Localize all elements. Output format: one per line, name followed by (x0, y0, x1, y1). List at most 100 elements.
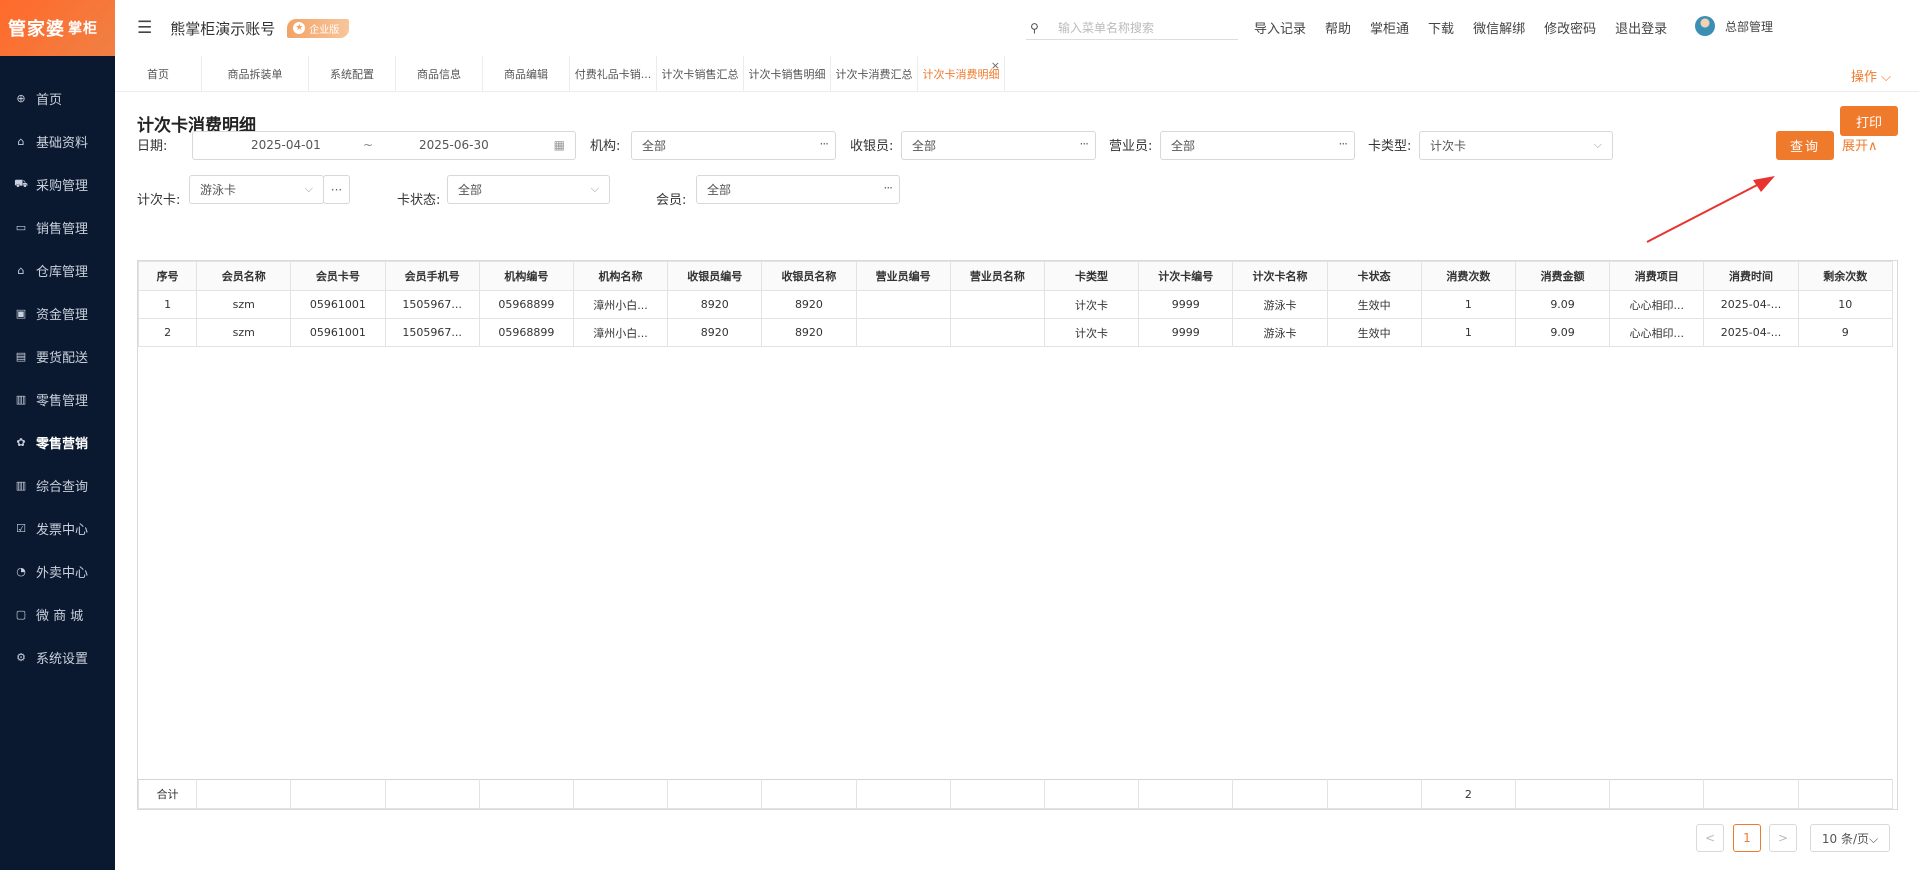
sidebar-item-7[interactable]: ▥ 零售管理 (0, 378, 115, 421)
table-row[interactable]: 1 szm 05961001 1505967... 05968899 漳州小白... 892… (137, 290, 1894, 319)
card-status-select[interactable]: 全部 ⌵ (447, 175, 610, 204)
column-header[interactable]: 会员卡号 (290, 261, 386, 291)
column-header[interactable]: 消费金额 (1514, 261, 1611, 291)
card-value: 游泳卡 (200, 183, 237, 197)
sidebar-item-6[interactable]: ▤ 要货配送 (0, 335, 115, 378)
header-link-3[interactable]: 下载 (1428, 18, 1454, 37)
column-header[interactable]: 计次卡名称 (1232, 261, 1328, 291)
card-more-button[interactable]: ··· (323, 175, 350, 204)
sidebar-item-5[interactable]: ▣ 资金管理 (0, 292, 115, 335)
header-link-2[interactable]: 掌柜通 (1370, 18, 1409, 37)
sidebar-item-11[interactable]: ◔ 外卖中心 (0, 550, 115, 593)
close-icon[interactable]: × (991, 59, 1000, 72)
user-menu[interactable]: 总部管理 (1695, 16, 1773, 36)
warehouse-icon: ⌂ (17, 264, 25, 277)
more-icon[interactable]: ··· (1080, 137, 1090, 151)
calendar-icon[interactable]: ▦ (554, 138, 565, 152)
column-header[interactable]: 机构名称 (572, 261, 669, 291)
header-link-1[interactable]: 帮助 (1325, 18, 1351, 37)
page-size-select[interactable]: 10 条/页⌵ (1810, 824, 1890, 852)
card-type-select[interactable]: 计次卡 ⌵ (1419, 131, 1613, 160)
tab-7[interactable]: 计次卡销售明细 (744, 56, 831, 92)
menu-toggle-icon[interactable]: ☰ (137, 18, 152, 38)
column-header[interactable]: 机构编号 (478, 261, 574, 291)
date-range-picker[interactable]: 2025-04-01 ~ 2025-06-30 ▦ (192, 131, 576, 160)
sidebar-item-0[interactable]: ⊕ 首页 (0, 77, 115, 120)
tab-4[interactable]: 商品编辑 (483, 56, 570, 92)
summary-cell (1609, 779, 1705, 809)
column-header[interactable]: 营业员名称 (949, 261, 1045, 291)
next-page-button[interactable]: > (1769, 824, 1797, 852)
card-type-value: 计次卡 (1430, 139, 1467, 153)
column-header[interactable]: 收银员名称 (761, 261, 857, 291)
sidebar-item-8[interactable]: ✿ 零售营销 (0, 421, 115, 464)
card-select[interactable]: 游泳卡 ⌵ (189, 175, 324, 204)
summary-cell (1326, 779, 1422, 809)
more-icon[interactable]: ··· (884, 181, 894, 195)
column-header[interactable]: 会员手机号 (384, 261, 480, 291)
tab-3[interactable]: 商品信息 (396, 56, 483, 92)
summary-table: 合计 2 (137, 779, 1894, 809)
sales-select[interactable]: 全部 ··· (1160, 131, 1355, 160)
tab-label: 计次卡销售汇总 (661, 68, 739, 81)
expand-toggle[interactable]: 展开∧ (1842, 135, 1878, 154)
sidebar-item-13[interactable]: ⚙ 系统设置 (0, 636, 115, 679)
tab-0[interactable]: 首页 (115, 56, 202, 92)
table-cell: 1 (1420, 290, 1516, 319)
sidebar-item-label: 零售营销 (36, 437, 89, 452)
takeaway-icon: ◔ (16, 565, 26, 578)
sidebar-item-9[interactable]: ▥ 综合查询 (0, 464, 115, 507)
column-header[interactable]: 营业员编号 (855, 261, 951, 291)
menu-search-input[interactable] (1058, 20, 1228, 35)
org-select[interactable]: 全部 ··· (631, 131, 836, 160)
header-link-5[interactable]: 修改密码 (1544, 18, 1596, 37)
tab-1[interactable]: 商品拆装单 (202, 56, 309, 92)
print-button[interactable]: 打印 (1840, 106, 1898, 136)
column-header[interactable]: 会员名称 (196, 261, 292, 291)
user-name[interactable]: 总部管理 (1725, 18, 1773, 35)
column-header[interactable]: 消费次数 (1420, 261, 1516, 291)
sidebar-item-label: 资金管理 (36, 308, 89, 323)
header-link-4[interactable]: 微信解绑 (1473, 18, 1525, 37)
org-label: 机构: (590, 139, 621, 154)
column-header[interactable]: 剩余次数 (1797, 261, 1894, 291)
avatar[interactable] (1695, 16, 1715, 36)
sidebar-item-1[interactable]: ⌂ 基础资料 (0, 120, 115, 163)
date-start[interactable]: 2025-04-01 (251, 138, 321, 152)
tab-8[interactable]: 计次卡消费汇总 (831, 56, 918, 92)
sidebar-item-label: 零售管理 (36, 394, 89, 409)
date-end[interactable]: 2025-06-30 (419, 138, 489, 152)
sidebar-item-4[interactable]: ⌂ 仓库管理 (0, 249, 115, 292)
page-1-button[interactable]: 1 (1733, 824, 1761, 852)
table-row[interactable]: 2 szm 05961001 1505967... 05968899 漳州小白... 892… (137, 318, 1894, 347)
summary-cell (1703, 779, 1799, 809)
column-header[interactable]: 卡状态 (1326, 261, 1422, 291)
globe-icon: ⊕ (16, 92, 26, 105)
more-icon[interactable]: ··· (820, 137, 830, 151)
sidebar-item-3[interactable]: ▭ 销售管理 (0, 206, 115, 249)
search-icon[interactable]: ⚲ (1030, 21, 1052, 35)
operation-menu[interactable]: 操作 ⌵ (1851, 66, 1891, 85)
query-button[interactable]: 查询 (1776, 131, 1834, 160)
tab-6[interactable]: 计次卡销售汇总 (657, 56, 744, 92)
member-select[interactable]: 全部 ··· (696, 175, 900, 204)
column-header[interactable]: 消费项目 (1609, 261, 1705, 291)
tab-9[interactable]: 计次卡消费明细 × (918, 56, 1005, 92)
column-header[interactable]: 消费时间 (1703, 261, 1799, 291)
cashier-select[interactable]: 全部 ··· (901, 131, 1096, 160)
tab-5[interactable]: 付费礼品卡销... (570, 56, 657, 92)
tab-2[interactable]: 系统配置 (309, 56, 396, 92)
sidebar-item-label: 销售管理 (36, 222, 89, 237)
column-header[interactable]: 计次卡编号 (1138, 261, 1234, 291)
column-header[interactable]: 卡类型 (1043, 261, 1140, 291)
column-header[interactable]: 收银员编号 (667, 261, 763, 291)
column-header[interactable]: 序号 (137, 261, 198, 291)
header-link-6[interactable]: 退出登录 (1615, 18, 1667, 37)
sidebar-item-10[interactable]: ☑ 发票中心 (0, 507, 115, 550)
header-link-0[interactable]: 导入记录 (1254, 18, 1306, 37)
sidebar-item-2[interactable]: ⛟ 采购管理 (0, 163, 115, 206)
chevron-down-icon: ⌵ (1593, 138, 1602, 151)
sidebar-item-12[interactable]: ▢ 微 商 城 (0, 593, 115, 636)
prev-page-button[interactable]: < (1696, 824, 1724, 852)
more-icon[interactable]: ··· (1339, 137, 1349, 151)
